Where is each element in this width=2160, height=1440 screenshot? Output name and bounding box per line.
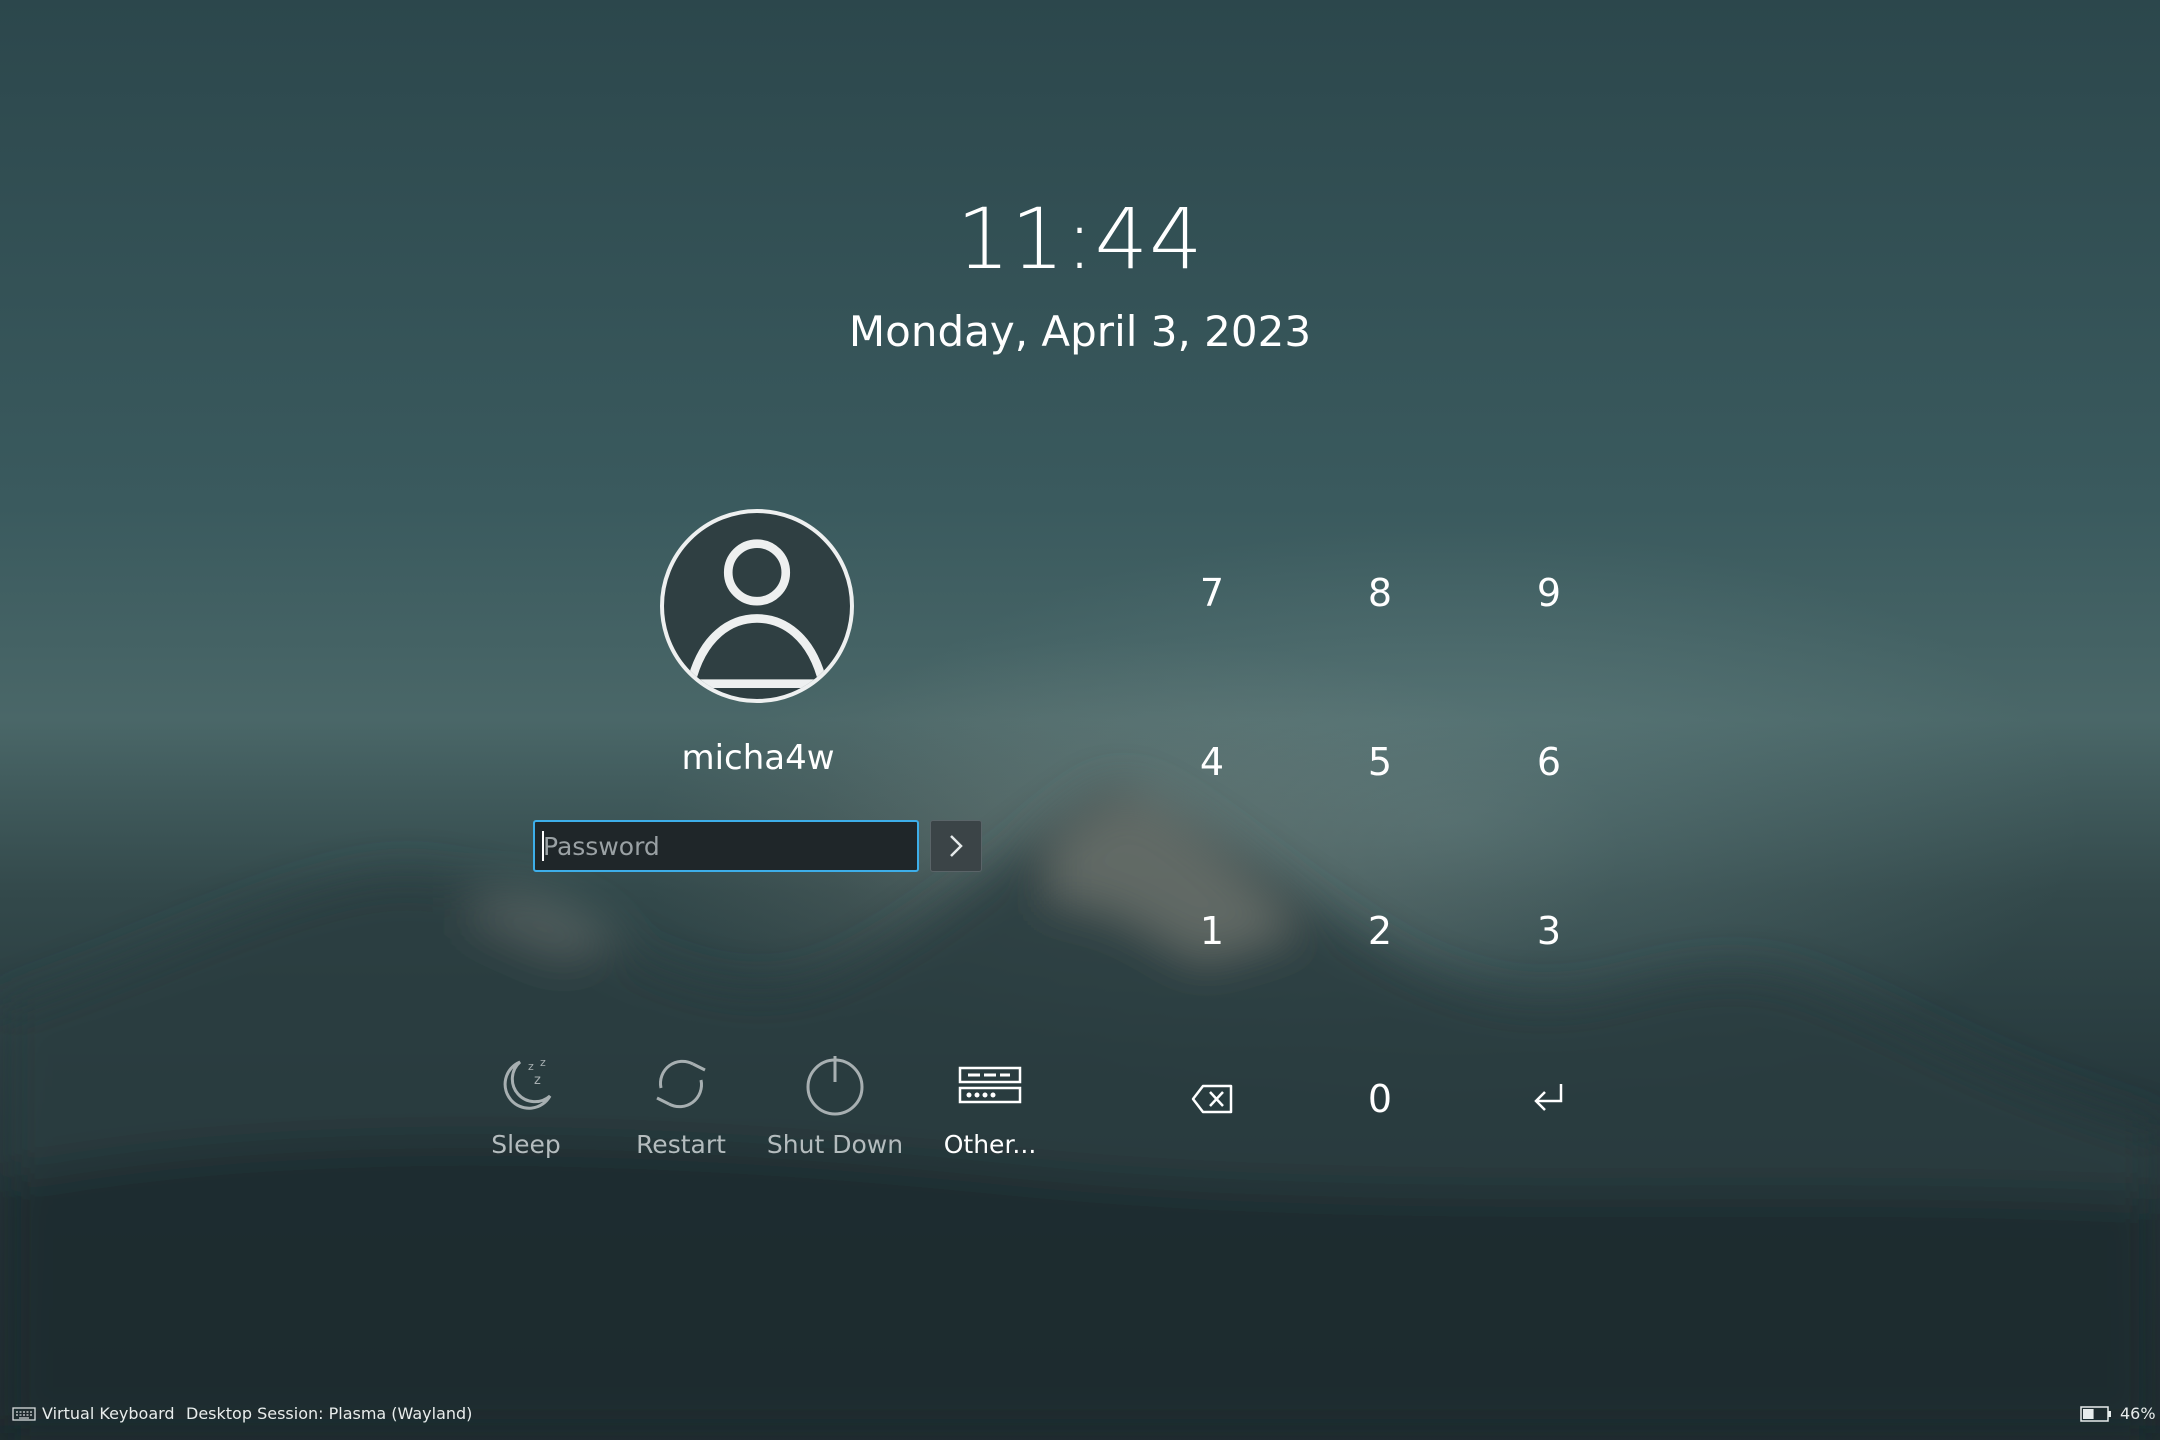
- enter-icon: [1534, 1084, 1563, 1111]
- other-label: Other...: [943, 1130, 1037, 1159]
- shutdown-label: Shut Down: [766, 1130, 904, 1159]
- desktop-session-button[interactable]: Desktop Session: Plasma (Wayland): [186, 1404, 472, 1423]
- virtual-keyboard-button[interactable]: Virtual Keyboard: [12, 1404, 175, 1423]
- password-field[interactable]: [533, 820, 919, 872]
- keypad-key-3[interactable]: 3: [1489, 886, 1609, 976]
- keypad-key-6[interactable]: 6: [1489, 717, 1609, 807]
- login-button[interactable]: [930, 820, 982, 872]
- battery-percent: 46%: [2120, 1404, 2156, 1423]
- keypad-key-2[interactable]: 2: [1320, 886, 1440, 976]
- keypad-key-0[interactable]: 0: [1320, 1054, 1440, 1144]
- other-button[interactable]: Other...: [915, 1052, 1065, 1159]
- clock-time: 11:44: [956, 190, 1204, 288]
- battery-indicator: 46%: [2080, 1404, 2156, 1423]
- restart-icon: [656, 1059, 706, 1109]
- power-icon: [806, 1056, 864, 1116]
- battery-icon: [2080, 1405, 2111, 1422]
- clock-date: Monday, April 3, 2023: [848, 307, 1312, 356]
- keypad-key-8[interactable]: 8: [1320, 548, 1440, 638]
- keypad-key-1[interactable]: 1: [1152, 886, 1272, 976]
- desktop-session-label: Desktop Session: Plasma (Wayland): [186, 1404, 473, 1423]
- keypad-key-4[interactable]: 4: [1152, 717, 1272, 807]
- keypad-key-9[interactable]: 9: [1489, 548, 1609, 638]
- svg-text:z: z: [528, 1060, 534, 1073]
- switch-user-icon: [958, 1066, 1022, 1104]
- svg-text:z: z: [534, 1073, 541, 1088]
- svg-text:z: z: [540, 1056, 546, 1069]
- username: micha4w: [681, 738, 835, 778]
- shutdown-button[interactable]: Shut Down: [760, 1052, 910, 1159]
- chevron-right-icon: [950, 835, 963, 857]
- status-bar: Virtual Keyboard Desktop Session: Plasma…: [0, 1400, 2160, 1430]
- backspace-icon: [1191, 1084, 1233, 1114]
- sleep-label: Sleep: [491, 1130, 561, 1159]
- restart-label: Restart: [636, 1130, 726, 1159]
- keypad-backspace-key[interactable]: [1152, 1054, 1272, 1144]
- keyboard-icon: [12, 1406, 36, 1421]
- sleep-button[interactable]: z z z Sleep: [451, 1052, 601, 1159]
- user-avatar-icon[interactable]: [660, 509, 854, 703]
- text-caret: [542, 831, 544, 861]
- restart-button[interactable]: Restart: [606, 1052, 756, 1159]
- keypad-enter-key[interactable]: [1489, 1054, 1609, 1144]
- keypad-key-7[interactable]: 7: [1152, 548, 1272, 638]
- sleep-icon: z z z: [503, 1056, 552, 1110]
- virtual-keyboard-label: Virtual Keyboard: [42, 1404, 175, 1423]
- keypad-key-5[interactable]: 5: [1320, 717, 1440, 807]
